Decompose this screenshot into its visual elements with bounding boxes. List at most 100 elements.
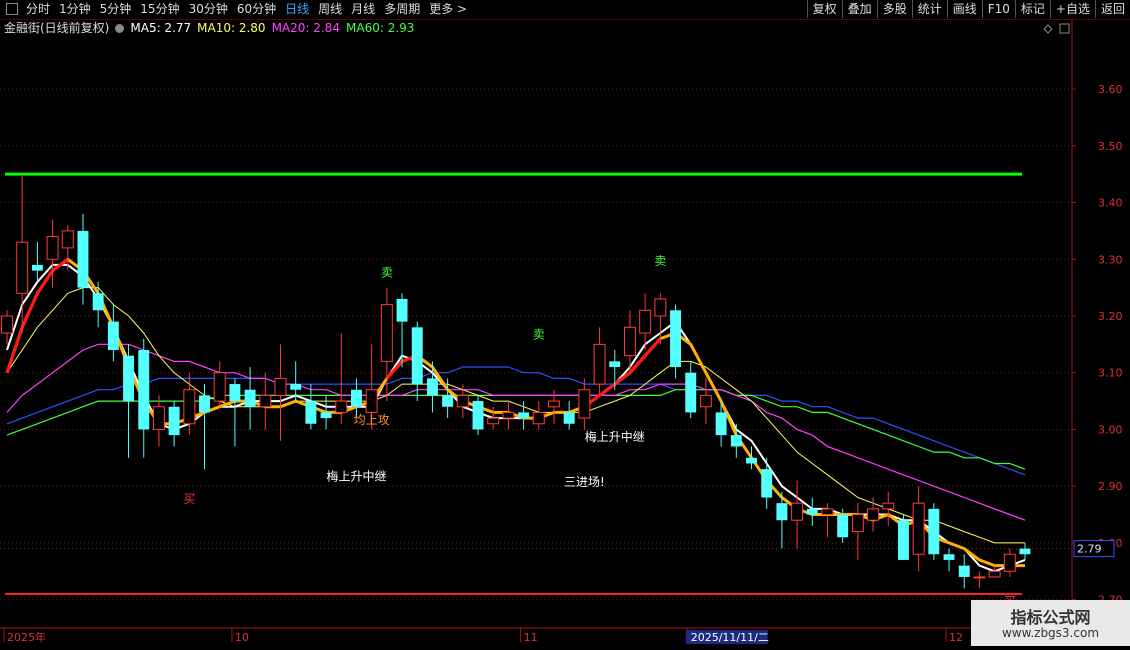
candle-body-down [715, 412, 727, 436]
candle-body-up [593, 343, 606, 385]
candle-body-down [472, 401, 484, 430]
candle-body-up [46, 236, 59, 260]
candle-body-down [897, 520, 909, 560]
candle-body-down [77, 230, 89, 288]
site-watermark: 指标公式网 www.zbgs3.com [971, 600, 1130, 646]
candle-body-up [183, 389, 196, 425]
candle-body-up [851, 514, 864, 533]
candle-body-up [1003, 553, 1016, 572]
candle-body-down [776, 503, 788, 521]
candle-body-down [290, 384, 302, 390]
candle-body-down [670, 310, 682, 368]
candle-body-down [746, 457, 757, 464]
candle-body-up [532, 411, 545, 425]
axis-layer: 3.603.503.403.303.203.103.002.902.802.70… [3, 23, 1123, 644]
watermark-title: 指标公式网 [1010, 608, 1091, 627]
grid-layer [0, 20, 1130, 645]
diamond-icon [1043, 24, 1053, 34]
candle-body-up [152, 406, 165, 430]
candle-body-down [396, 298, 408, 322]
candle-body-up [61, 230, 74, 249]
y-tick-label: 3.60 [1098, 83, 1123, 96]
y-tick-label: 3.20 [1098, 310, 1123, 323]
candle-body-up [973, 576, 986, 579]
candle-body-up [912, 502, 925, 555]
x-tick-label: 2025/11/11/二 [691, 631, 769, 644]
x-tick-label: 10 [235, 631, 249, 644]
x-tick-label: 12 [949, 631, 963, 644]
candle-body-down [837, 514, 849, 538]
candle-body-up [639, 309, 652, 334]
candle-body-down [229, 384, 241, 402]
candle-body-up [274, 377, 287, 396]
candlestick-chart[interactable]: 卖卖卖买买均上攻梅上升中继梅上升中继三进场! 3.603.503.403.303… [0, 0, 1130, 650]
chart-annotation: 梅上升中继 [326, 469, 386, 484]
candle-body-up [456, 394, 469, 408]
candle-body-up [259, 394, 272, 408]
candle-body-up [335, 400, 348, 413]
candle-body-up [654, 298, 667, 317]
candle-body-up [791, 502, 804, 521]
candle-body-down [350, 389, 362, 407]
candle-body-up [1, 315, 13, 334]
candle-body-down [244, 389, 256, 407]
candle-body-down [107, 321, 119, 351]
candle-body-down [609, 361, 621, 368]
y-tick-label: 2.90 [1098, 480, 1123, 493]
x-tick-label: 2025年 [7, 630, 46, 644]
candle-body-down [31, 264, 43, 271]
candle-body-up [487, 417, 500, 425]
ma20-line [6, 343, 1026, 521]
chart-annotation: 卖 [381, 265, 393, 279]
candle-body-down [806, 508, 818, 515]
candle-body-down [320, 412, 332, 419]
candle-layer [1, 174, 1031, 589]
candle-body-up [623, 326, 636, 357]
candle-body-up [867, 508, 880, 521]
candle-body-down [411, 327, 423, 385]
candle-body-up [578, 389, 591, 419]
candle-body-down [168, 406, 180, 436]
candle-body-up [821, 508, 834, 516]
candle-body-down [685, 372, 697, 413]
y-tick-label: 3.00 [1098, 423, 1123, 436]
y-tick-label: 3.30 [1098, 253, 1123, 266]
x-tick-label: 11 [524, 631, 538, 644]
chart-annotation: 三进场! [564, 475, 605, 489]
candle-body-down [442, 395, 454, 407]
square-icon [1059, 23, 1070, 34]
candle-body-down [928, 508, 940, 555]
candle-body-up [380, 304, 393, 362]
candle-body-down [761, 469, 773, 498]
candle-body-up [16, 241, 29, 294]
candle-body-down [1019, 548, 1031, 555]
annotation-layer: 卖卖卖买买均上攻梅上升中继梅上升中继三进场! [183, 254, 1015, 608]
candle-body-up [882, 502, 895, 510]
chart-annotation: 卖 [533, 328, 545, 342]
candle-body-down [305, 401, 317, 424]
chart-annotation: 买 [183, 492, 195, 506]
chart-annotation: 卖 [654, 254, 666, 268]
candle-body-down [958, 565, 970, 577]
stock-chart-window: 分时 1分钟 5分钟 15分钟 30分钟 60分钟 日线 周线 月线 多周期 更… [0, 0, 1130, 650]
candle-body-up [365, 389, 378, 413]
current-price-label: 2.79 [1077, 543, 1102, 556]
candle-body-down [943, 554, 955, 560]
candle-body-down [563, 412, 575, 424]
chart-annotation: 梅上升中继 [585, 429, 645, 444]
candle-body-up [699, 394, 712, 408]
watermark-url: www.zbgs3.com [1001, 626, 1100, 640]
chart-annotation: 均上攻 [354, 413, 390, 427]
y-tick-label: 3.50 [1098, 140, 1123, 153]
candle-body-down [426, 378, 438, 396]
candle-body-down [730, 435, 742, 447]
candle-body-up [213, 372, 226, 402]
candle-body-down [199, 395, 210, 413]
candle-body-down [518, 412, 530, 419]
candle-body-down [138, 350, 150, 430]
candle-body-down [92, 293, 104, 311]
candle-body-down [123, 355, 135, 402]
y-tick-label: 3.10 [1098, 367, 1123, 380]
y-tick-label: 3.40 [1098, 197, 1123, 210]
candle-body-up [502, 411, 515, 419]
